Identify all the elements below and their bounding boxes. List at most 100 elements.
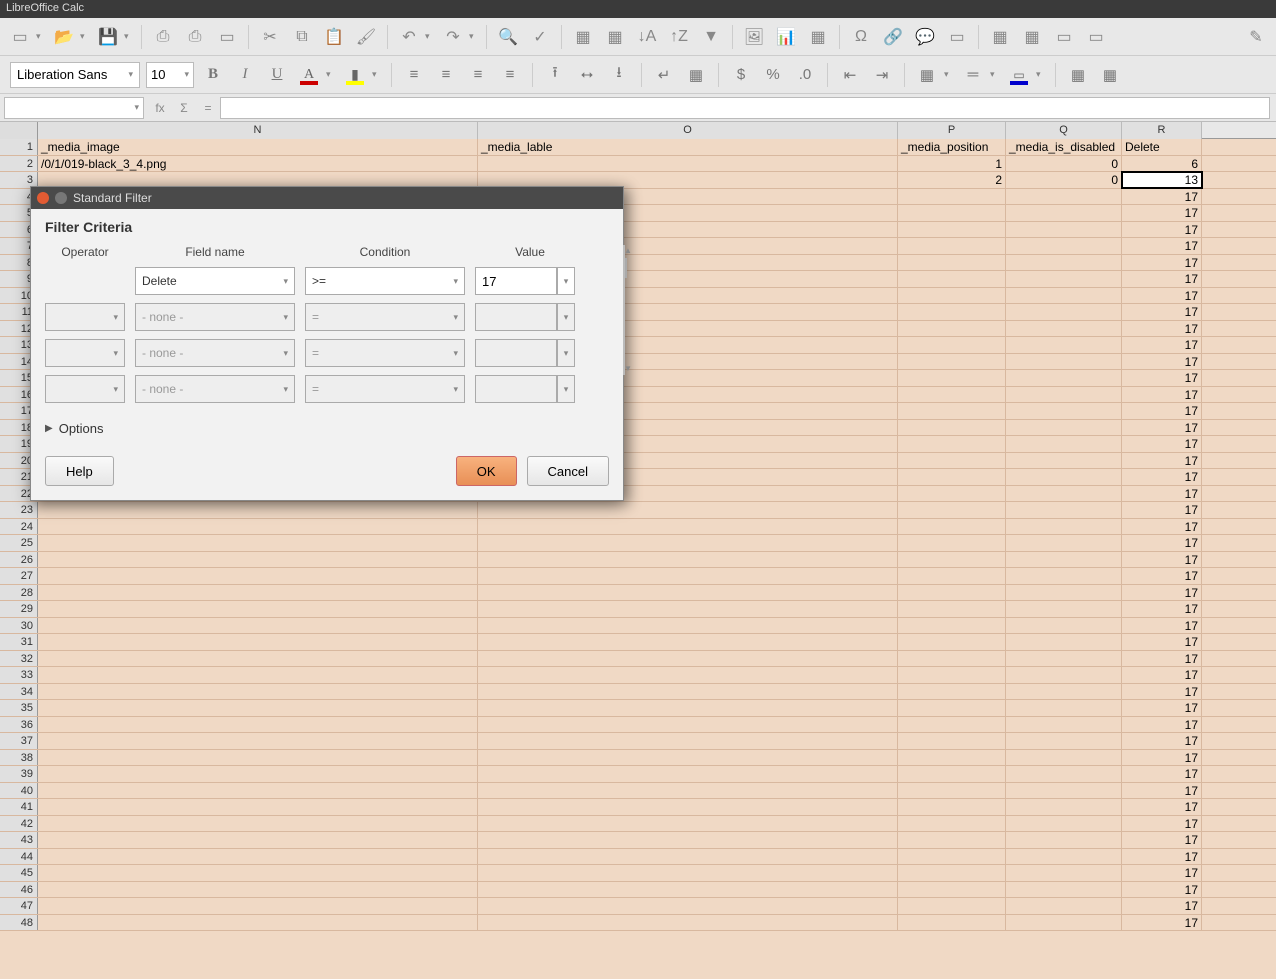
redo-icon[interactable]: ↷ bbox=[439, 23, 467, 51]
formula-input[interactable] bbox=[220, 97, 1270, 119]
cell[interactable] bbox=[478, 568, 898, 584]
row-header[interactable]: 45 bbox=[0, 865, 38, 881]
cell[interactable] bbox=[898, 717, 1006, 733]
open-icon[interactable]: 📂 bbox=[50, 23, 78, 51]
cell[interactable] bbox=[1006, 354, 1122, 370]
special-char-icon[interactable]: Ω bbox=[847, 23, 875, 51]
cell[interactable]: 17 bbox=[1122, 667, 1202, 683]
cell[interactable] bbox=[478, 634, 898, 650]
cell[interactable]: 17 bbox=[1122, 585, 1202, 601]
headers-footers-icon[interactable]: ▭ bbox=[943, 23, 971, 51]
row-header[interactable]: 23 bbox=[0, 502, 38, 518]
cell[interactable] bbox=[38, 651, 478, 667]
underline-button[interactable]: U bbox=[264, 62, 290, 88]
cell[interactable] bbox=[1006, 898, 1122, 914]
cell[interactable]: 0 bbox=[1006, 156, 1122, 172]
dropdown-icon[interactable]: ▾ bbox=[425, 31, 435, 42]
cell[interactable]: 17 bbox=[1122, 387, 1202, 403]
cell[interactable]: 17 bbox=[1122, 420, 1202, 436]
options-expander[interactable]: ▶ Options bbox=[45, 421, 609, 436]
row-header[interactable]: 38 bbox=[0, 750, 38, 766]
cell[interactable]: 17 bbox=[1122, 222, 1202, 238]
row-header[interactable]: 40 bbox=[0, 783, 38, 799]
help-button[interactable]: Help bbox=[45, 456, 114, 486]
cell[interactable] bbox=[1006, 189, 1122, 205]
copy-icon[interactable]: ⧉ bbox=[288, 23, 316, 51]
cell[interactable] bbox=[478, 601, 898, 617]
cell[interactable] bbox=[38, 750, 478, 766]
cell[interactable] bbox=[898, 486, 1006, 502]
cell[interactable]: 17 bbox=[1122, 733, 1202, 749]
window-icon[interactable]: ▭ bbox=[1050, 23, 1078, 51]
cell[interactable] bbox=[1006, 717, 1122, 733]
cell[interactable] bbox=[898, 238, 1006, 254]
cell[interactable] bbox=[898, 618, 1006, 634]
cell[interactable]: 17 bbox=[1122, 849, 1202, 865]
cell[interactable] bbox=[1006, 502, 1122, 518]
cell[interactable]: 17 bbox=[1122, 898, 1202, 914]
cell[interactable] bbox=[898, 865, 1006, 881]
cell[interactable] bbox=[38, 915, 478, 931]
cell[interactable] bbox=[1006, 387, 1122, 403]
cell[interactable]: /0/1/019-black_3_4.png bbox=[38, 156, 478, 172]
cell[interactable] bbox=[478, 535, 898, 551]
row-header[interactable]: 42 bbox=[0, 816, 38, 832]
value-dropdown[interactable]: ▾ bbox=[557, 267, 575, 295]
cell[interactable] bbox=[38, 618, 478, 634]
cell[interactable] bbox=[898, 321, 1006, 337]
operator-combo[interactable]: ▾ bbox=[45, 303, 125, 331]
align-left-icon[interactable]: ≡ bbox=[401, 62, 427, 88]
chart-icon[interactable]: 📊 bbox=[772, 23, 800, 51]
cut-icon[interactable]: ✂ bbox=[256, 23, 284, 51]
cell[interactable]: 17 bbox=[1122, 255, 1202, 271]
cell[interactable] bbox=[1006, 222, 1122, 238]
indent-inc-icon[interactable]: ⇥ bbox=[869, 62, 895, 88]
cell[interactable]: _media_is_disabled bbox=[1006, 139, 1122, 155]
cell[interactable]: 17 bbox=[1122, 799, 1202, 815]
cell[interactable] bbox=[38, 667, 478, 683]
minimize-icon[interactable] bbox=[55, 192, 67, 204]
cell[interactable] bbox=[1006, 601, 1122, 617]
valign-bottom-icon[interactable]: ⭳ bbox=[606, 62, 632, 88]
cell[interactable]: 17 bbox=[1122, 766, 1202, 782]
cell[interactable]: 17 bbox=[1122, 502, 1202, 518]
cell[interactable] bbox=[898, 205, 1006, 221]
equals-icon[interactable]: = bbox=[196, 97, 220, 119]
cell[interactable] bbox=[38, 535, 478, 551]
sidebar-icon[interactable]: ✎ bbox=[1242, 23, 1270, 51]
undo-icon[interactable]: ↶ bbox=[395, 23, 423, 51]
align-right-icon[interactable]: ≡ bbox=[465, 62, 491, 88]
field-name-combo[interactable]: - none -▾ bbox=[135, 303, 295, 331]
cell[interactable] bbox=[478, 618, 898, 634]
cell[interactable]: 17 bbox=[1122, 436, 1202, 452]
cell[interactable]: 13 bbox=[1122, 172, 1202, 188]
cell[interactable] bbox=[898, 766, 1006, 782]
cell[interactable] bbox=[1006, 238, 1122, 254]
save-icon[interactable]: 💾 bbox=[94, 23, 122, 51]
cell[interactable]: 17 bbox=[1122, 321, 1202, 337]
cell[interactable] bbox=[898, 601, 1006, 617]
cell[interactable]: 17 bbox=[1122, 535, 1202, 551]
pivot-icon[interactable]: ▦ bbox=[804, 23, 832, 51]
print-icon[interactable]: ⎙ bbox=[181, 23, 209, 51]
currency-icon[interactable]: $ bbox=[728, 62, 754, 88]
cell[interactable] bbox=[1006, 799, 1122, 815]
row-header[interactable]: 26 bbox=[0, 552, 38, 568]
cell[interactable] bbox=[898, 436, 1006, 452]
bold-button[interactable]: B bbox=[200, 62, 226, 88]
cell[interactable] bbox=[1006, 783, 1122, 799]
cell[interactable] bbox=[38, 832, 478, 848]
cell[interactable] bbox=[898, 387, 1006, 403]
cell[interactable]: 17 bbox=[1122, 205, 1202, 221]
cell[interactable] bbox=[1006, 684, 1122, 700]
cell[interactable]: 17 bbox=[1122, 783, 1202, 799]
row-header[interactable]: 34 bbox=[0, 684, 38, 700]
cell[interactable] bbox=[1006, 304, 1122, 320]
cell[interactable] bbox=[1006, 568, 1122, 584]
dropdown-icon[interactable]: ▾ bbox=[326, 69, 336, 80]
criteria-scrollbar[interactable]: ▲ ▼ bbox=[623, 245, 625, 375]
cell[interactable]: 0 bbox=[1006, 172, 1122, 188]
cell[interactable] bbox=[38, 799, 478, 815]
cell[interactable] bbox=[1006, 733, 1122, 749]
ok-button[interactable]: OK bbox=[456, 456, 517, 486]
